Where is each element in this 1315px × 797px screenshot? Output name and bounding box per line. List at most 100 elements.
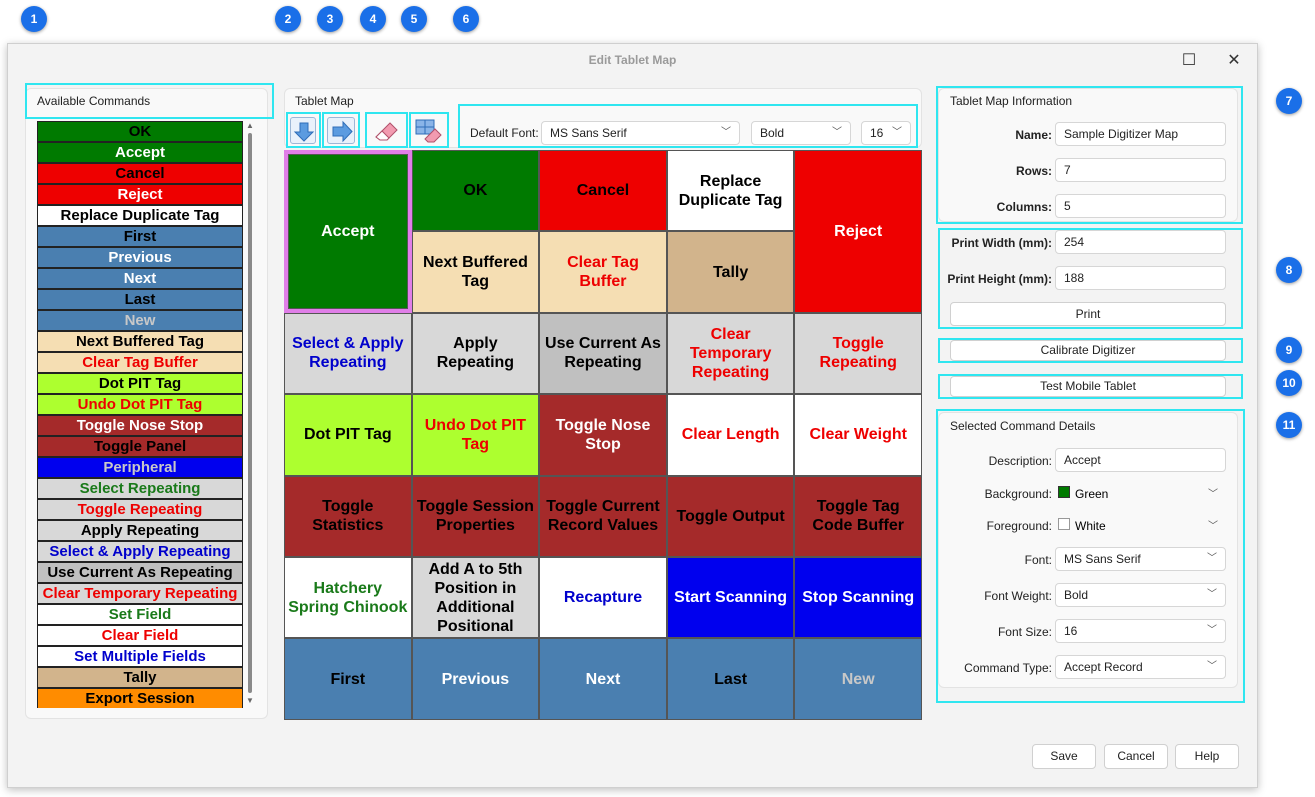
tablet-cell[interactable]: Select & Apply Repeating: [284, 312, 412, 395]
tablet-cell[interactable]: Add A to 5th Position in Additional Posi…: [411, 557, 540, 639]
tablet-cell[interactable]: Clear Weight: [794, 394, 922, 476]
tablet-cell[interactable]: Recapture: [539, 557, 667, 639]
font-size-value: 16: [1064, 624, 1078, 638]
command-list-item[interactable]: Set Field: [37, 604, 243, 625]
name-label: Name:: [1015, 128, 1052, 142]
tablet-cell[interactable]: Tally: [666, 231, 795, 313]
command-list-item[interactable]: Set Multiple Fields: [37, 646, 243, 667]
close-icon[interactable]: ✕: [1223, 50, 1245, 72]
command-list-item[interactable]: Replace Duplicate Tag: [37, 205, 243, 226]
command-list-item[interactable]: Clear Temporary Repeating: [37, 583, 243, 604]
description-field[interactable]: Accept: [1055, 448, 1226, 472]
move-right-button[interactable]: [327, 117, 355, 144]
tablet-cell[interactable]: Toggle Session Properties: [411, 475, 540, 557]
tablet-cell[interactable]: Next Buffered Tag: [411, 231, 540, 313]
tablet-cell[interactable]: Previous: [411, 638, 540, 720]
tablet-cell[interactable]: Toggle Statistics: [284, 475, 412, 557]
command-list-item[interactable]: Apply Repeating: [37, 520, 243, 541]
command-list-item[interactable]: Use Current As Repeating: [37, 562, 243, 583]
scroll-up-icon[interactable]: ▲: [246, 121, 254, 130]
maximize-icon[interactable]: ☐: [1178, 50, 1200, 72]
tablet-cell[interactable]: Toggle Current Record Values: [539, 475, 667, 557]
tablet-cell[interactable]: Dot PIT Tag: [284, 394, 412, 476]
tablet-cell[interactable]: Apply Repeating: [411, 312, 540, 395]
default-weight-select[interactable]: Bold ﹀: [751, 121, 851, 145]
eraser-button[interactable]: [370, 117, 404, 144]
font-weight-select[interactable]: Bold ﹀: [1055, 583, 1226, 607]
tablet-cell[interactable]: Toggle Repeating: [794, 312, 922, 395]
tablet-cell[interactable]: Replace Duplicate Tag: [666, 150, 795, 232]
command-list-item[interactable]: Clear Field: [37, 625, 243, 646]
font-size-select[interactable]: 16 ﹀: [1055, 619, 1226, 643]
background-select[interactable]: Green ﹀: [1055, 481, 1226, 505]
print-width-field[interactable]: 254: [1055, 230, 1226, 254]
print-height-field[interactable]: 188: [1055, 266, 1226, 290]
command-list-item[interactable]: Previous: [37, 247, 243, 268]
tablet-cell[interactable]: Undo Dot PIT Tag: [411, 394, 540, 476]
command-list-item[interactable]: Toggle Nose Stop: [37, 415, 243, 436]
foreground-select[interactable]: White ﹀: [1055, 513, 1226, 537]
font-select[interactable]: MS Sans Serif ﹀: [1055, 547, 1226, 571]
rows-field[interactable]: 7: [1055, 158, 1226, 182]
background-swatch: [1058, 486, 1070, 498]
command-list-item[interactable]: Dot PIT Tag: [37, 373, 243, 394]
command-list-item[interactable]: OK: [37, 121, 243, 142]
command-list-item[interactable]: Select Repeating: [37, 478, 243, 499]
columns-field[interactable]: 5: [1055, 194, 1226, 218]
command-list-item[interactable]: First: [37, 226, 243, 247]
name-field[interactable]: Sample Digitizer Map: [1055, 122, 1226, 146]
tablet-cell[interactable]: Stop Scanning: [794, 557, 922, 639]
command-list-item[interactable]: Clear Tag Buffer: [37, 352, 243, 373]
tablet-cell[interactable]: First: [284, 638, 412, 720]
command-list-item[interactable]: New: [37, 310, 243, 331]
tablet-cell[interactable]: Toggle Nose Stop: [539, 394, 667, 476]
print-button[interactable]: Print: [950, 302, 1226, 326]
available-commands-caption: Available Commands: [37, 94, 151, 108]
scroll-down-icon[interactable]: ▼: [246, 696, 254, 705]
scroll-thumb[interactable]: [248, 133, 252, 693]
calibrate-digitizer-button[interactable]: Calibrate Digitizer: [950, 340, 1226, 361]
command-list-item[interactable]: Toggle Panel: [37, 436, 243, 457]
tablet-cell[interactable]: Clear Temporary Repeating: [666, 312, 795, 395]
tablet-cell[interactable]: Next: [539, 638, 667, 720]
save-button[interactable]: Save: [1032, 744, 1096, 769]
clear-grid-button[interactable]: [413, 117, 445, 144]
tablet-cell[interactable]: Accept: [284, 150, 412, 313]
list-scrollbar[interactable]: ▲ ▼: [246, 121, 254, 708]
default-size-select[interactable]: 16 ﹀: [861, 121, 911, 145]
command-list-item[interactable]: Next: [37, 268, 243, 289]
available-commands-list[interactable]: OK Accept Cancel Reject Replace Duplicate Ta…: [37, 121, 244, 708]
cancel-button[interactable]: Cancel: [1104, 744, 1168, 769]
tablet-cell[interactable]: Toggle Output: [666, 475, 795, 557]
tablet-cell[interactable]: Use Current As Repeating: [539, 312, 667, 395]
default-font-select[interactable]: MS Sans Serif ﹀: [541, 121, 740, 145]
tablet-cell[interactable]: Reject: [794, 150, 922, 313]
tablet-cell[interactable]: Cancel: [539, 150, 667, 232]
command-type-select[interactable]: Accept Record ﹀: [1055, 655, 1226, 679]
tablet-cell[interactable]: OK: [411, 150, 540, 232]
command-list-item[interactable]: Tally: [37, 667, 243, 688]
tablet-cell[interactable]: New: [794, 638, 922, 720]
tablet-cell[interactable]: Hatchery Spring Chinook: [284, 557, 412, 639]
tablet-cell[interactable]: Last: [666, 638, 795, 720]
command-list-item[interactable]: Next Buffered Tag: [37, 331, 243, 352]
command-list-item[interactable]: Export Session: [37, 688, 243, 708]
tablet-cell[interactable]: Clear Tag Buffer: [539, 231, 667, 313]
command-list-item[interactable]: Cancel: [37, 163, 243, 184]
command-list-item[interactable]: Peripheral: [37, 457, 243, 478]
command-list-item[interactable]: Undo Dot PIT Tag: [37, 394, 243, 415]
test-mobile-tablet-button[interactable]: Test Mobile Tablet: [950, 376, 1226, 397]
tablet-cell[interactable]: Clear Length: [666, 394, 795, 476]
arrow-down-icon: [293, 122, 315, 142]
tablet-cell[interactable]: Toggle Tag Code Buffer: [794, 475, 922, 557]
chevron-down-icon: ﹀: [832, 127, 842, 138]
callout-badge: 1: [21, 6, 47, 32]
command-list-item[interactable]: Reject: [37, 184, 243, 205]
command-list-item[interactable]: Last: [37, 289, 243, 310]
help-button[interactable]: Help: [1175, 744, 1239, 769]
command-list-item[interactable]: Accept: [37, 142, 243, 163]
command-list-item[interactable]: Select & Apply Repeating: [37, 541, 243, 562]
tablet-cell[interactable]: Start Scanning: [666, 557, 795, 639]
command-list-item[interactable]: Toggle Repeating: [37, 499, 243, 520]
move-down-button[interactable]: [290, 117, 316, 144]
